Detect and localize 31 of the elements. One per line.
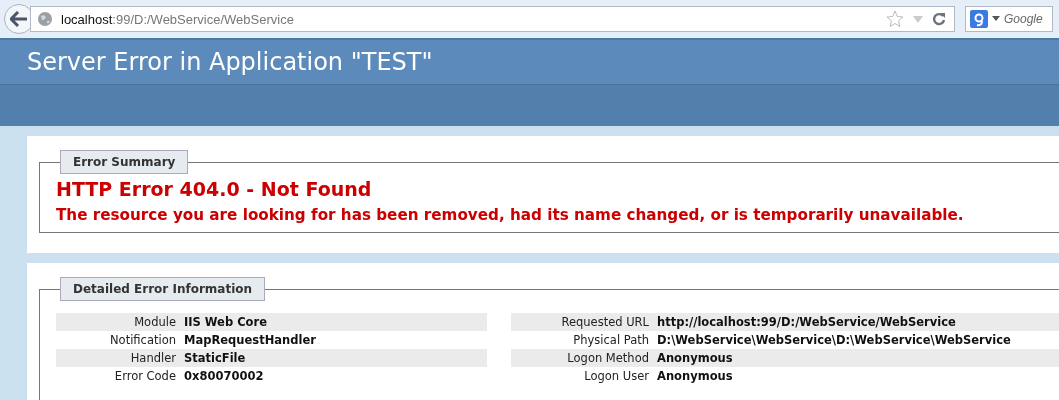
search-input[interactable]: Google [1004,12,1046,26]
field-value: http://localhost:99/D:/WebService/WebService [657,315,956,329]
reload-icon[interactable] [932,12,946,26]
page-title: Server Error in Application "TEST" [27,48,433,76]
field-label: Handler [129,351,177,365]
field-value: MapRequestHandler [184,333,316,347]
error-heading: HTTP Error 404.0 - Not Found [56,178,373,200]
address-bar[interactable]: localhost:99/D:/WebService/WebService [30,6,955,32]
field-label: Requested URL [560,315,650,329]
field-label: Logon User [583,369,650,383]
section-legend: Error Summary [60,150,189,174]
caret-icon[interactable] [992,16,1000,22]
back-arrow-icon [10,11,28,27]
field-label: Logon Method [566,351,650,365]
section-legend: Detailed Error Information [60,277,266,301]
field-value: IIS Web Core [184,315,267,329]
search-bar[interactable]: Google [965,6,1053,32]
field-value: Anonymous [657,351,733,365]
search-engine-icon [970,10,988,28]
field-label: Physical Path [572,333,650,347]
field-value: StaticFile [184,351,246,365]
field-value: Anonymous [657,369,733,383]
field-label: Error Code [113,369,177,383]
field-label: Module [133,315,177,329]
field-value: 0x80070002 [184,369,264,383]
field-label: Notification [109,333,177,347]
star-icon[interactable] [886,10,904,28]
field-value: D:\WebService\WebService\D:\WebService\WebService [657,333,1011,347]
globe-icon [37,11,53,27]
error-message: The resource you are looking for has been removed, had its name changed, or is temporarily unavailable. [56,206,965,224]
url-text: localhost:99/D:/WebService/WebService [61,11,294,27]
